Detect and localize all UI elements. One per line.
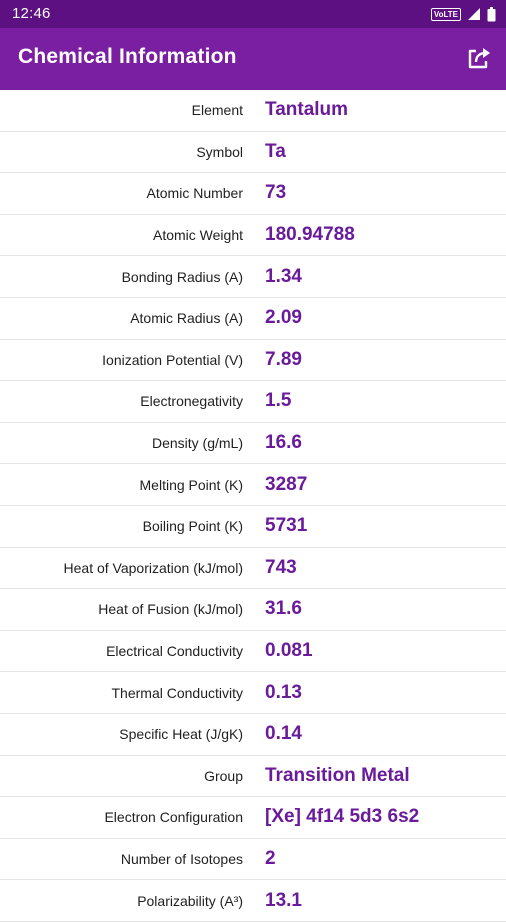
property-value: Transition Metal — [265, 764, 410, 786]
property-value: 7.89 — [265, 348, 302, 370]
property-row: Element Tantalum — [0, 90, 506, 132]
property-label: Specific Heat (J/gK) — [119, 726, 243, 743]
property-label: Number of Isotopes — [120, 850, 243, 867]
property-label: Element — [191, 102, 243, 119]
property-label: Atomic Radius (A) — [130, 310, 243, 327]
property-row: Bonding Radius (A) 1.34 — [0, 256, 506, 298]
property-value: [Xe] 4f14 5d3 6s2 — [265, 806, 420, 828]
status-time: 12:46 — [12, 5, 51, 22]
property-list: Element Tantalum Symbol Ta Atomic Number 73… — [0, 90, 506, 922]
property-label: Thermal Conductivity — [111, 684, 244, 701]
status-icons: VoLTE — [430, 6, 496, 22]
property-label: Boiling Point (K) — [142, 518, 243, 535]
property-row: Specific Heat (J/gK) 0.14 — [0, 714, 506, 756]
property-row: Atomic Weight 180.94788 — [0, 215, 506, 257]
property-row: Atomic Number 73 — [0, 173, 506, 215]
property-label: Electrical Conductivity — [106, 643, 243, 660]
property-row: Melting Point (K) 3287 — [0, 464, 506, 506]
property-value: 3287 — [265, 473, 308, 495]
property-row: Thermal Conductivity 0.13 — [0, 672, 506, 714]
property-value: Ta — [265, 140, 286, 162]
property-row: Electron Configuration [Xe] 4f14 5d3 6s2 — [0, 797, 506, 839]
property-label: Electronegativity — [140, 393, 243, 410]
property-label: Symbol — [196, 143, 243, 160]
property-row: Heat of Fusion (kJ/mol) 31.6 — [0, 589, 506, 631]
property-label: Atomic Weight — [153, 227, 243, 244]
app-bar: Chemical Information — [0, 28, 506, 90]
property-row: Atomic Radius (A) 2.09 — [0, 298, 506, 340]
property-label: Electron Configuration — [104, 809, 243, 826]
property-label: Density (g/mL) — [151, 435, 243, 452]
property-label: Melting Point (K) — [139, 476, 243, 493]
property-value: 0.081 — [265, 640, 313, 662]
property-value: 31.6 — [265, 598, 302, 620]
page-title: Chemical Information — [18, 45, 237, 68]
battery-icon — [487, 6, 496, 21]
share-button[interactable] — [464, 44, 494, 74]
property-row: Boiling Point (K) 5731 — [0, 506, 506, 548]
property-row: Symbol Ta — [0, 132, 506, 174]
property-label: Group — [204, 767, 243, 784]
property-row: Density (g/mL) 16.6 — [0, 423, 506, 465]
property-value: 743 — [265, 556, 297, 578]
property-label: Heat of Fusion (kJ/mol) — [98, 601, 243, 618]
property-value: 13.1 — [265, 889, 302, 911]
property-label: Bonding Radius (A) — [121, 268, 243, 285]
property-label: Polarizability (A³) — [137, 892, 243, 909]
property-value: 16.6 — [265, 432, 302, 454]
property-label: Heat of Vaporization (kJ/mol) — [63, 559, 243, 576]
property-row: Polarizability (A³) 13.1 — [0, 880, 506, 922]
property-row: Group Transition Metal — [0, 756, 506, 798]
property-row: Electrical Conductivity 0.081 — [0, 631, 506, 673]
property-value: 5731 — [265, 515, 308, 537]
property-value: 180.94788 — [265, 224, 355, 246]
property-value: 1.34 — [265, 265, 302, 287]
property-value: 0.14 — [265, 723, 302, 745]
property-row: Number of Isotopes 2 — [0, 839, 506, 881]
property-label: Atomic Number — [146, 185, 243, 202]
property-value: Tantalum — [265, 99, 349, 121]
property-label: Ionization Potential (V) — [102, 351, 243, 368]
share-icon — [468, 48, 490, 69]
property-value: 2.09 — [265, 307, 302, 329]
property-row: Heat of Vaporization (kJ/mol) 743 — [0, 548, 506, 590]
property-row: Electronegativity 1.5 — [0, 381, 506, 423]
property-value: 73 — [265, 182, 287, 204]
signal-icon — [468, 8, 480, 20]
property-row: Ionization Potential (V) 7.89 — [0, 340, 506, 382]
status-bar: 12:46 VoLTE — [0, 0, 506, 28]
volte-badge: VoLTE — [430, 7, 461, 21]
property-value: 1.5 — [265, 390, 292, 412]
property-value: 2 — [265, 847, 276, 869]
property-value: 0.13 — [265, 681, 302, 703]
